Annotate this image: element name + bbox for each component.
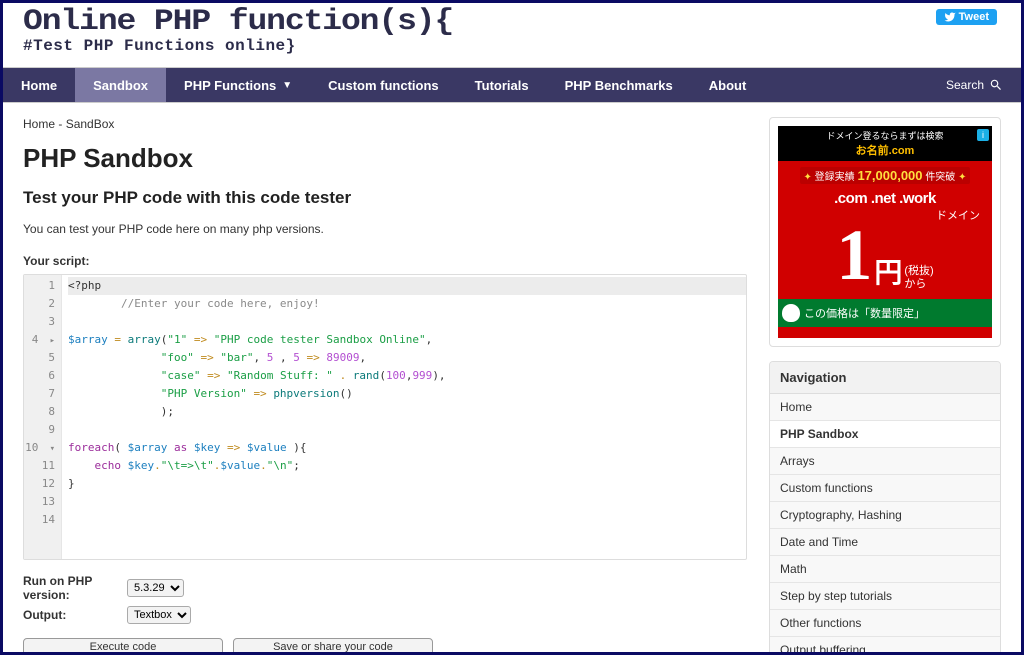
editor-gutter: 1234 ▸5678910 ▾11121314 — [24, 275, 62, 559]
ad-brand: お名前.com — [856, 145, 915, 157]
php-version-select[interactable]: 5.3.29 — [127, 579, 184, 597]
content-area: Home - SandBox PHP Sandbox Test your PHP… — [3, 103, 1021, 655]
page-title: PHP Sandbox — [23, 143, 747, 174]
nav-item-about[interactable]: About — [691, 68, 765, 102]
output-label: Output: — [23, 608, 121, 622]
code-editor[interactable]: 1234 ▸5678910 ▾11121314 <?php //Enter yo… — [23, 274, 747, 560]
ad-domains: .com .net .work — [782, 190, 988, 207]
tweet-button[interactable]: Tweet — [936, 9, 997, 25]
sidebar-item-home[interactable]: Home — [770, 394, 1000, 421]
chevron-down-icon: ▼ — [282, 80, 292, 91]
ad-tag: ドメイン登るならまずは検索 — [826, 131, 943, 141]
sidebar-item-step-by-step-tutorials[interactable]: Step by step tutorials — [770, 583, 1000, 610]
ad-bottom-bar: この価格は「数量限定」 — [778, 299, 992, 327]
nav-item-home[interactable]: Home — [3, 68, 75, 102]
rabbit-icon — [782, 304, 800, 322]
main-navbar: HomeSandboxPHP Functions▼Custom function… — [3, 67, 1021, 103]
nav-item-sandbox[interactable]: Sandbox — [75, 68, 166, 102]
search-icon — [989, 78, 1003, 92]
sidebar-item-php-sandbox[interactable]: PHP Sandbox — [770, 421, 1000, 448]
nav-search[interactable]: Search — [946, 78, 1003, 92]
site-header: Online PHP function(s){ #Test PHP Functi… — [3, 3, 1021, 55]
breadcrumb: Home - SandBox — [23, 117, 747, 131]
app-frame: Online PHP function(s){ #Test PHP Functi… — [0, 0, 1024, 655]
sidebar-item-arrays[interactable]: Arrays — [770, 448, 1000, 475]
ad-registration-count: ✦ 登録実績 17,000,000 件突破 ✦ — [800, 167, 971, 184]
version-label: Run on PHP version: — [23, 574, 121, 602]
nav-item-php-benchmarks[interactable]: PHP Benchmarks — [547, 68, 691, 102]
sidebar-item-custom-functions[interactable]: Custom functions — [770, 475, 1000, 502]
ad-price: 1 円 (税抜)から — [782, 219, 988, 291]
page-subtitle: Test your PHP code with this code tester — [23, 188, 747, 208]
site-title: Online PHP function(s){ — [23, 5, 1024, 39]
search-label: Search — [946, 78, 984, 92]
execute-button[interactable]: Execute code — [23, 638, 223, 655]
run-controls: Run on PHP version: 5.3.29 Output: Textb… — [23, 574, 747, 655]
tweet-label: Tweet — [959, 11, 989, 23]
script-label: Your script: — [23, 254, 747, 268]
sidebar-item-cryptography-hashing[interactable]: Cryptography, Hashing — [770, 502, 1000, 529]
intro-text: You can test your PHP code here on many … — [23, 222, 747, 236]
twitter-icon — [944, 11, 956, 23]
sidebar-nav-heading: Navigation — [770, 362, 1000, 394]
nav-item-php-functions[interactable]: PHP Functions▼ — [166, 68, 310, 102]
main-column: Home - SandBox PHP Sandbox Test your PHP… — [23, 117, 747, 655]
output-select[interactable]: Textbox — [127, 606, 191, 624]
site-subtitle: #Test PHP Functions online} — [23, 37, 1001, 55]
sidebar-item-other-functions[interactable]: Other functions — [770, 610, 1000, 637]
editor-code[interactable]: <?php //Enter your code here, enjoy!$arr… — [62, 275, 746, 559]
save-share-button[interactable]: Save or share your code — [233, 638, 433, 655]
nav-item-custom-functions[interactable]: Custom functions — [310, 68, 457, 102]
advertisement[interactable]: ドメイン登るならまずは検索 お名前.com i ✦ 登録実績 17,000,00… — [769, 117, 1001, 347]
sidebar-item-output-buffering[interactable]: Output buffering — [770, 637, 1000, 655]
sidebar-item-date-and-time[interactable]: Date and Time — [770, 529, 1000, 556]
breadcrumb-home[interactable]: Home — [23, 117, 55, 131]
nav-item-tutorials[interactable]: Tutorials — [457, 68, 547, 102]
breadcrumb-current: SandBox — [66, 117, 115, 131]
ad-info-icon[interactable]: i — [977, 129, 989, 141]
sidebar-nav-panel: Navigation HomePHP SandboxArraysCustom f… — [769, 361, 1001, 655]
sidebar-item-math[interactable]: Math — [770, 556, 1000, 583]
sidebar: ドメイン登るならまずは検索 お名前.com i ✦ 登録実績 17,000,00… — [769, 117, 1001, 655]
